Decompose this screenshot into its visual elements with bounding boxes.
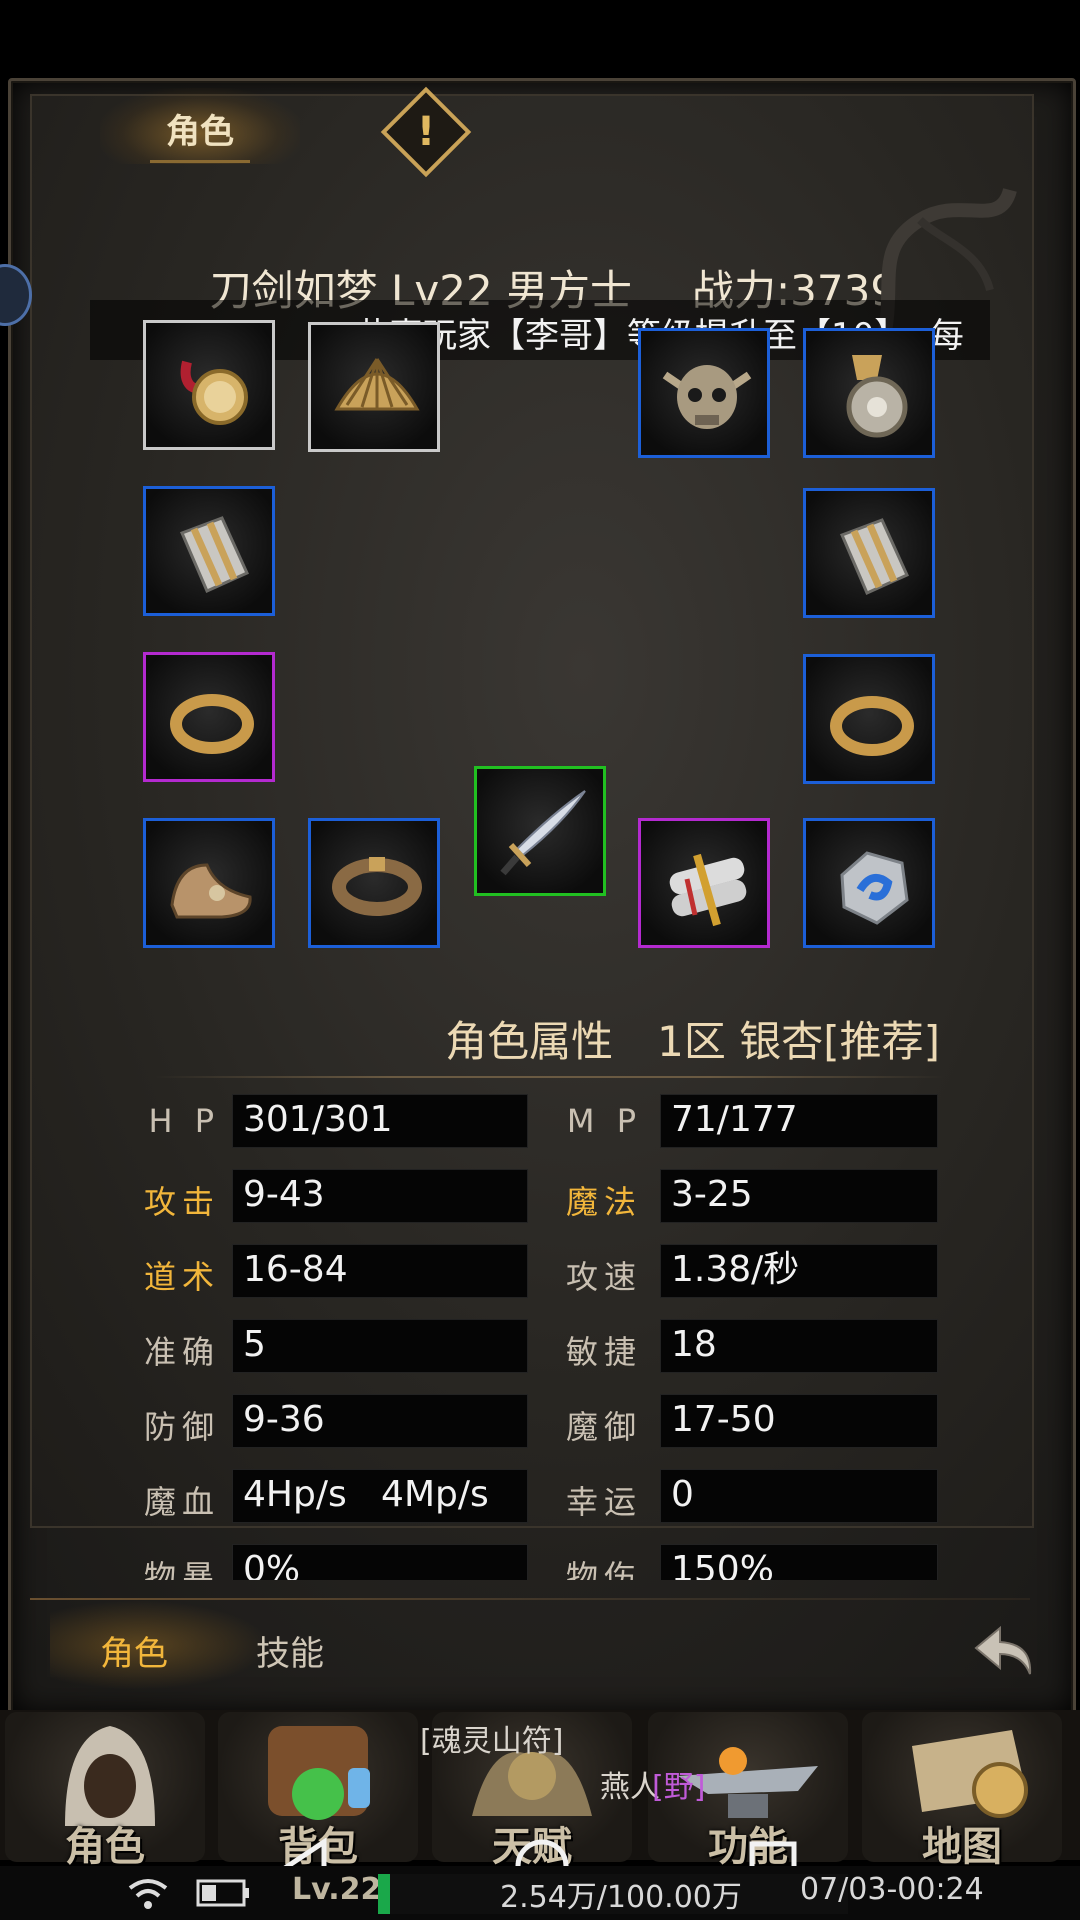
tab-skills[interactable]: 技能 bbox=[256, 1626, 324, 1675]
attribute-value: 150% bbox=[660, 1544, 938, 1580]
wifi-icon bbox=[128, 1879, 168, 1909]
battery-icon bbox=[196, 1879, 249, 1907]
back-arrow-icon[interactable] bbox=[970, 1614, 1040, 1684]
attribute-value: 16-84 bbox=[232, 1244, 528, 1298]
attribute-value: 5 bbox=[232, 1319, 528, 1373]
equip-slot-left-bracer[interactable] bbox=[143, 486, 275, 616]
attribute-label: 道术 bbox=[143, 1258, 220, 1296]
attribute-label: 防御 bbox=[143, 1408, 220, 1446]
attribute-row: 攻击 9-43 魔法 3-25 bbox=[140, 1169, 970, 1229]
equip-slot-shoulder[interactable] bbox=[308, 322, 440, 452]
attribute-value: 1.38/秒 bbox=[660, 1244, 938, 1298]
attribute-row: 魔血 4Hp/s 4Mp/s 幸运 0 bbox=[140, 1469, 970, 1529]
belt-icon bbox=[332, 857, 422, 916]
equip-slot-left-ring[interactable] bbox=[143, 652, 275, 782]
bracer-icon bbox=[839, 518, 909, 595]
equip-slot-right-ring[interactable] bbox=[803, 654, 935, 784]
exp-text: 2.54万/100.00万 bbox=[500, 1880, 742, 1915]
tab-character-top-label: 角色 bbox=[166, 112, 234, 152]
attribute-label: 敏捷 bbox=[565, 1333, 642, 1371]
attribute-row: 准确 5 敏捷 18 bbox=[140, 1319, 970, 1379]
attribute-label: 物暴 bbox=[143, 1558, 220, 1580]
attribute-value: 0% bbox=[232, 1544, 528, 1580]
equip-slot-belt[interactable] bbox=[308, 818, 440, 948]
bracer-icon bbox=[179, 516, 249, 593]
attribute-label: 魔血 bbox=[143, 1483, 220, 1521]
armor-scroll-icon bbox=[669, 853, 747, 927]
sword-icon bbox=[500, 790, 586, 876]
attribute-label: 魔法 bbox=[565, 1183, 642, 1221]
attribute-value: 18 bbox=[660, 1319, 938, 1373]
equip-slot-medal[interactable] bbox=[803, 328, 935, 458]
tab-skills-label: 技能 bbox=[256, 1634, 324, 1674]
attribute-label: H P bbox=[148, 1102, 220, 1140]
backpack-icon bbox=[268, 1726, 370, 1820]
skull-helmet-icon bbox=[662, 365, 752, 429]
attribute-row: H P 301/301 M P 71/177 bbox=[140, 1094, 970, 1154]
attribute-label: 攻击 bbox=[143, 1183, 220, 1221]
equip-slot-armor[interactable] bbox=[638, 818, 770, 948]
attribute-label: 幸运 bbox=[565, 1483, 642, 1521]
boots-icon bbox=[170, 863, 252, 919]
server-name: 1区 银杏[推荐] bbox=[657, 1017, 940, 1066]
attribute-value: 3-25 bbox=[660, 1169, 938, 1223]
attributes-divider bbox=[155, 1076, 945, 1078]
attribute-value: 9-36 bbox=[232, 1394, 528, 1448]
attribute-value: 71/177 bbox=[660, 1094, 938, 1148]
equip-slot-necklace[interactable] bbox=[143, 320, 275, 450]
overlay-left-text: [魂灵山符] bbox=[420, 1724, 564, 1759]
attribute-value: 0 bbox=[660, 1469, 938, 1523]
tab-character-top[interactable]: 角色 bbox=[100, 88, 300, 164]
hooded-character-icon bbox=[65, 1726, 155, 1826]
dock-map-label: 地图 bbox=[922, 1824, 1002, 1870]
date-time: 07/03-00:24 bbox=[800, 1872, 984, 1907]
map-compass-icon bbox=[912, 1730, 1028, 1818]
necklace-icon bbox=[180, 360, 248, 425]
attribute-value: 17-50 bbox=[660, 1394, 938, 1448]
attributes-title: 角色属性 bbox=[445, 1017, 614, 1066]
equip-slot-right-bracer[interactable] bbox=[803, 488, 935, 618]
tab-character[interactable]: 角色 bbox=[100, 1626, 168, 1675]
equip-slot-boots[interactable] bbox=[143, 818, 275, 948]
attribute-label: 攻速 bbox=[565, 1258, 642, 1296]
overlay-tag-text: [野] bbox=[652, 1770, 706, 1805]
attribute-row: 防御 9-36 魔御 17-50 bbox=[140, 1394, 970, 1454]
attribute-value: 4Hp/s 4Mp/s bbox=[232, 1469, 528, 1523]
overlay-mid-text: 燕人 bbox=[600, 1770, 660, 1805]
player-level: Lv.22 bbox=[292, 1872, 382, 1907]
attribute-label: M P bbox=[566, 1102, 642, 1140]
attributes-list[interactable]: H P 301/301 M P 71/177 攻击 9-43 魔法 3-25 道术 16-84 攻速… bbox=[140, 1094, 970, 1580]
attribute-row: 物暴 0% 物伤 150% bbox=[140, 1544, 970, 1580]
attribute-value: 9-43 bbox=[232, 1169, 528, 1223]
tab-underline-ornament bbox=[150, 160, 250, 163]
equip-slot-helmet[interactable] bbox=[638, 328, 770, 458]
ring-icon bbox=[170, 694, 254, 754]
attributes-header: 角色属性 1区 银杏[推荐] bbox=[440, 1008, 940, 1069]
attribute-label: 准确 bbox=[143, 1333, 220, 1371]
medal-shield-icon bbox=[846, 355, 908, 438]
attribute-label: 魔御 bbox=[565, 1408, 642, 1446]
dock-character-label: 角色 bbox=[65, 1824, 145, 1870]
equip-slot-weapon[interactable] bbox=[474, 766, 606, 896]
gem-stone-icon bbox=[840, 851, 909, 925]
exp-bar-fill bbox=[378, 1874, 390, 1914]
attribute-label: 物伤 bbox=[565, 1558, 642, 1580]
attribute-value: 301/301 bbox=[232, 1094, 528, 1148]
tab-character-label: 角色 bbox=[100, 1634, 168, 1674]
warning-icon: ! bbox=[416, 109, 436, 155]
equip-slot-gem[interactable] bbox=[803, 818, 935, 948]
ring-icon bbox=[830, 696, 914, 756]
attribute-row: 道术 16-84 攻速 1.38/秒 bbox=[140, 1244, 970, 1304]
shoulder-armor-icon bbox=[334, 358, 420, 411]
